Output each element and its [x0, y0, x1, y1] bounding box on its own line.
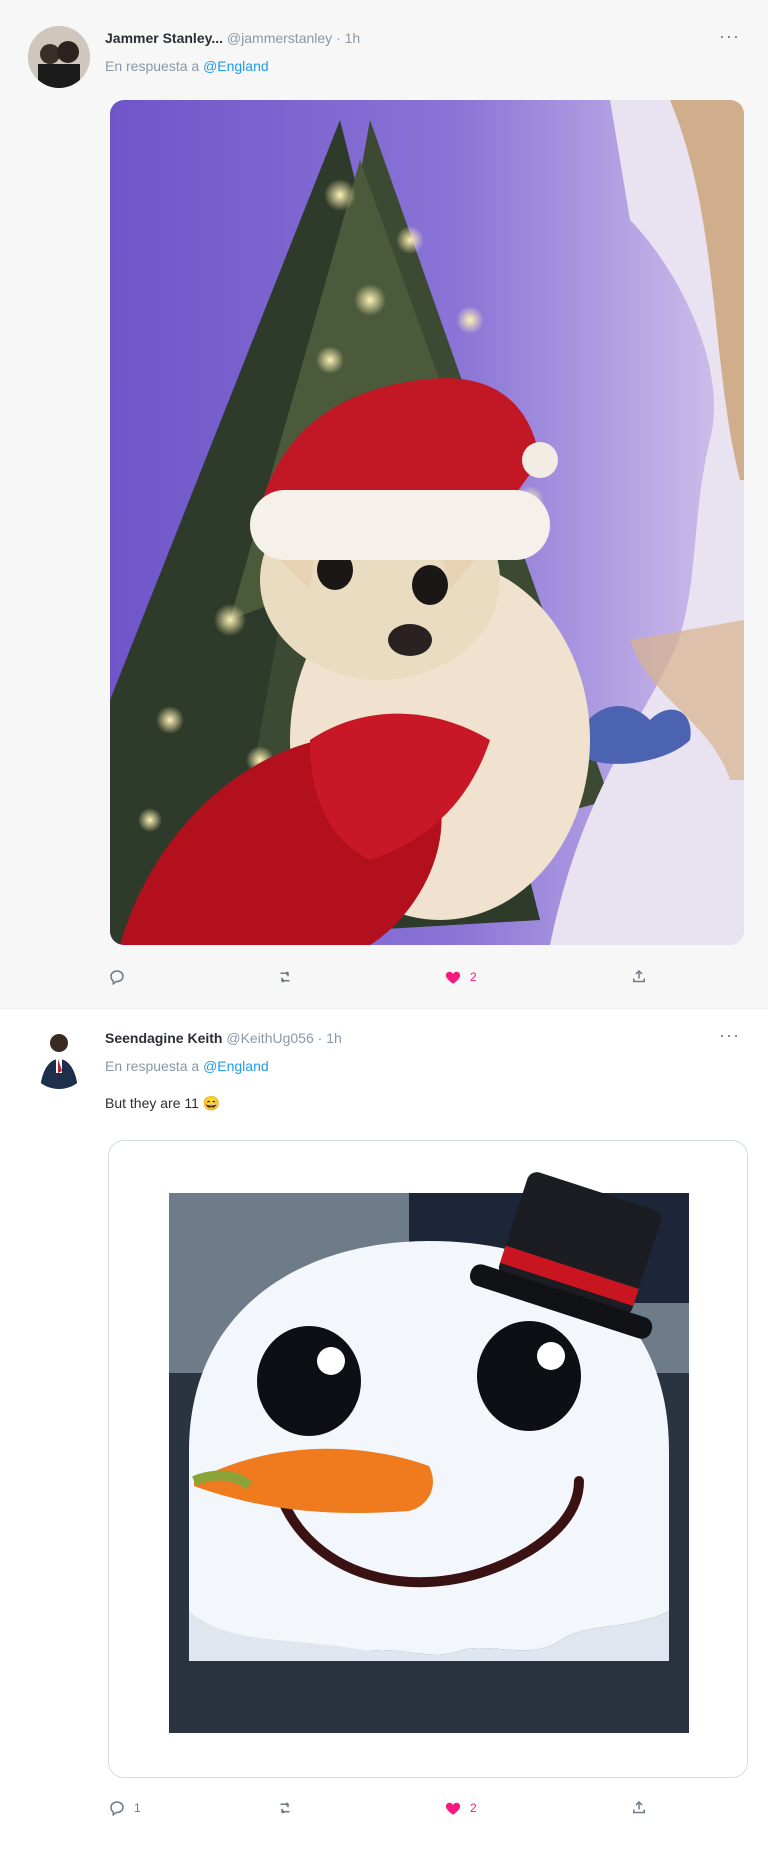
author-handle[interactable]: @jammerstanley [227, 30, 332, 46]
share-icon [633, 1800, 645, 1814]
retweet-button[interactable] [276, 968, 302, 986]
author-handle[interactable]: @KeithUg056 [226, 1030, 313, 1046]
avatar-image [28, 26, 90, 88]
reply-button[interactable]: 1 [108, 1799, 141, 1817]
mention-link[interactable]: @England [203, 58, 269, 74]
share-button[interactable] [630, 968, 648, 986]
reply-prefix: En respuesta a [105, 1058, 200, 1074]
more-options-icon[interactable]: ··· [719, 26, 740, 47]
tweet[interactable]: Seendagine Keith @KeithUg056 · 1h ··· En… [0, 1009, 768, 1850]
more-options-icon[interactable]: ··· [719, 1025, 740, 1046]
snowman-gif [109, 1141, 747, 1777]
like-button[interactable]: 2 [444, 1799, 477, 1817]
share-button[interactable] [630, 1799, 648, 1817]
like-count: 2 [470, 1801, 477, 1815]
tweet-text-content: But they are 11 [105, 1095, 199, 1111]
emoji: 😄 [202, 1095, 221, 1111]
reply-icon [110, 970, 124, 986]
tweet-actions: 1 2 [108, 1799, 648, 1823]
tweet-header: Jammer Stanley... @jammerstanley · 1h [105, 30, 360, 46]
reply-line: En respuesta a @England [105, 58, 269, 74]
mention-link[interactable]: @England [203, 1058, 269, 1074]
reply-line: En respuesta a @England [105, 1058, 269, 1074]
heart-icon [445, 971, 461, 984]
retweet-icon [280, 1802, 290, 1814]
tweet-time[interactable]: · 1h [336, 30, 360, 46]
media-card[interactable] [108, 1140, 748, 1778]
author-name[interactable]: Jammer Stanley... [105, 30, 223, 46]
avatar[interactable] [28, 1027, 90, 1089]
like-count: 2 [470, 970, 477, 984]
reply-prefix: En respuesta a [105, 58, 200, 74]
reply-count: 1 [134, 1801, 141, 1815]
tweet-time[interactable]: · 1h [318, 1030, 342, 1046]
avatar-image [28, 1027, 90, 1089]
avatar[interactable] [28, 26, 90, 88]
author-name[interactable]: Seendagine Keith [105, 1030, 222, 1046]
retweet-button[interactable] [276, 1799, 302, 1817]
heart-icon [445, 1802, 461, 1815]
dog-photo-illustration [110, 100, 744, 945]
reply-icon [110, 1801, 124, 1817]
retweet-icon [280, 971, 290, 983]
reply-button[interactable] [108, 968, 134, 986]
tweet-text: But they are 11 😄 [105, 1095, 220, 1112]
tweet-header: Seendagine Keith @KeithUg056 · 1h [105, 1030, 342, 1046]
share-icon [633, 969, 645, 983]
like-button[interactable]: 2 [444, 968, 477, 986]
tweet-actions: 2 [108, 968, 648, 992]
tweet-photo[interactable] [110, 100, 744, 945]
tweet[interactable]: Jammer Stanley... @jammerstanley · 1h ··… [0, 0, 768, 1009]
